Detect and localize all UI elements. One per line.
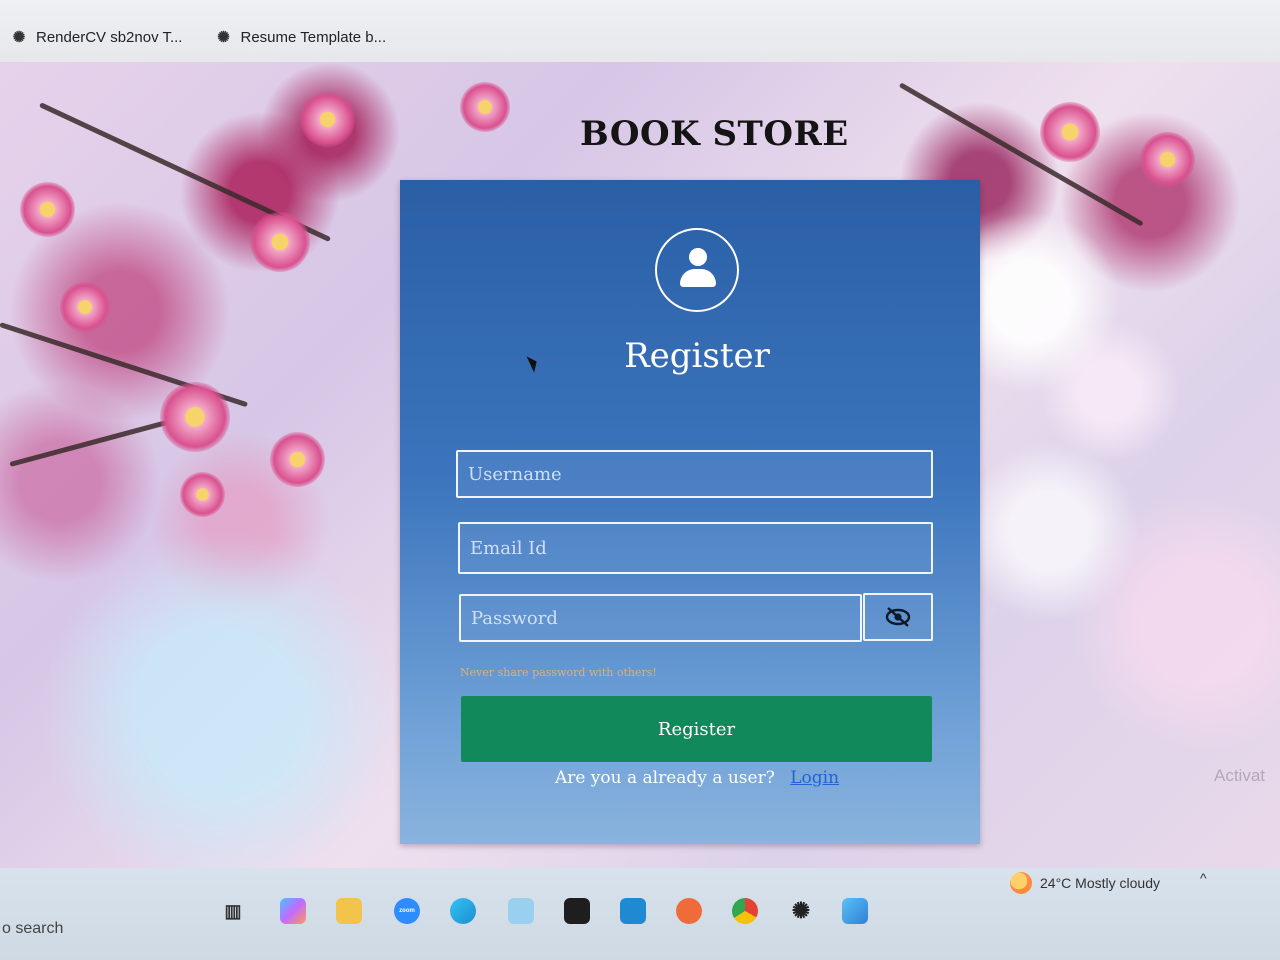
blossom-decoration — [270, 432, 325, 487]
task-view-icon[interactable]: ▥ — [220, 898, 246, 924]
eye-slash-icon — [885, 607, 911, 627]
blossom-decoration — [250, 212, 310, 272]
avatar-head — [689, 248, 707, 266]
toggle-password-visibility-button[interactable] — [863, 593, 933, 641]
activate-windows-watermark: Activat — [1214, 766, 1266, 785]
notepad-icon[interactable] — [508, 898, 534, 924]
avatar-body — [680, 269, 716, 287]
bookmark-label: Resume Template b... — [240, 28, 387, 46]
blossom-decoration — [1140, 132, 1195, 187]
zoom-label: zoom — [399, 908, 415, 914]
chevron-up-icon[interactable]: ^ — [1200, 870, 1215, 886]
site-title: BOOK STORE — [580, 114, 849, 154]
system-tray[interactable]: ^ — [1200, 870, 1215, 886]
edge-icon[interactable] — [450, 898, 476, 924]
blossom-decoration — [160, 382, 230, 452]
file-explorer-icon[interactable] — [336, 898, 362, 924]
email-placeholder: Email Id — [470, 537, 547, 559]
user-avatar-icon — [655, 228, 739, 312]
openai-icon: ✺ — [12, 29, 26, 46]
username-placeholder: Username — [468, 463, 562, 485]
login-link[interactable]: Login — [790, 768, 839, 788]
taskbar-search[interactable]: o search — [0, 912, 200, 946]
bookmark-resume-template[interactable]: ✺ Resume Template b... — [212, 28, 390, 47]
register-card: Register Username Email Id Password Neve… — [400, 180, 980, 844]
blossom-decoration — [60, 282, 110, 332]
register-button-label: Register — [657, 718, 736, 740]
username-input[interactable]: Username — [456, 450, 933, 498]
zoom-icon[interactable]: zoom — [394, 898, 420, 924]
blossom-decoration — [460, 82, 510, 132]
postman-icon[interactable] — [676, 898, 702, 924]
weather-text: 24°C Mostly cloudy — [1040, 875, 1160, 891]
blossom-decoration — [20, 182, 75, 237]
password-input[interactable]: Password — [459, 594, 862, 642]
blossom-decoration — [180, 472, 225, 517]
taskbar: o search ▥ zoom ✺ 24°C Mostly cloudy ^ — [0, 868, 1280, 960]
password-placeholder: Password — [471, 607, 558, 629]
blossom-decoration — [1040, 102, 1100, 162]
login-prompt-line: Are you a already a user? Login — [400, 768, 994, 788]
terminal-icon[interactable] — [564, 898, 590, 924]
copilot-icon[interactable] — [280, 898, 306, 924]
weather-widget[interactable]: 24°C Mostly cloudy — [1010, 872, 1160, 894]
taskbar-search-text: o search — [2, 920, 64, 937]
form-title: Register — [624, 336, 770, 376]
weather-cloudy-icon — [1010, 872, 1032, 894]
openai-icon: ✺ — [217, 29, 230, 46]
bookmarks-bar: ✺ RenderCV sb2nov T... ✺ Resume Template… — [0, 0, 1280, 62]
login-prompt: Are you a already a user? — [554, 768, 775, 788]
email-input[interactable]: Email Id — [458, 522, 933, 574]
password-hint: Never share password with others! — [460, 666, 657, 679]
register-button[interactable]: Register — [461, 696, 932, 762]
chatgpt-icon[interactable]: ✺ — [788, 898, 814, 924]
bookmark-rendercv[interactable]: ✺ RenderCV sb2nov T... — [8, 28, 186, 47]
photos-icon[interactable] — [842, 898, 868, 924]
chrome-icon[interactable] — [732, 898, 758, 924]
bookmark-label: RenderCV sb2nov T... — [36, 28, 183, 46]
blossom-decoration — [300, 92, 355, 147]
vscode-icon[interactable] — [620, 898, 646, 924]
